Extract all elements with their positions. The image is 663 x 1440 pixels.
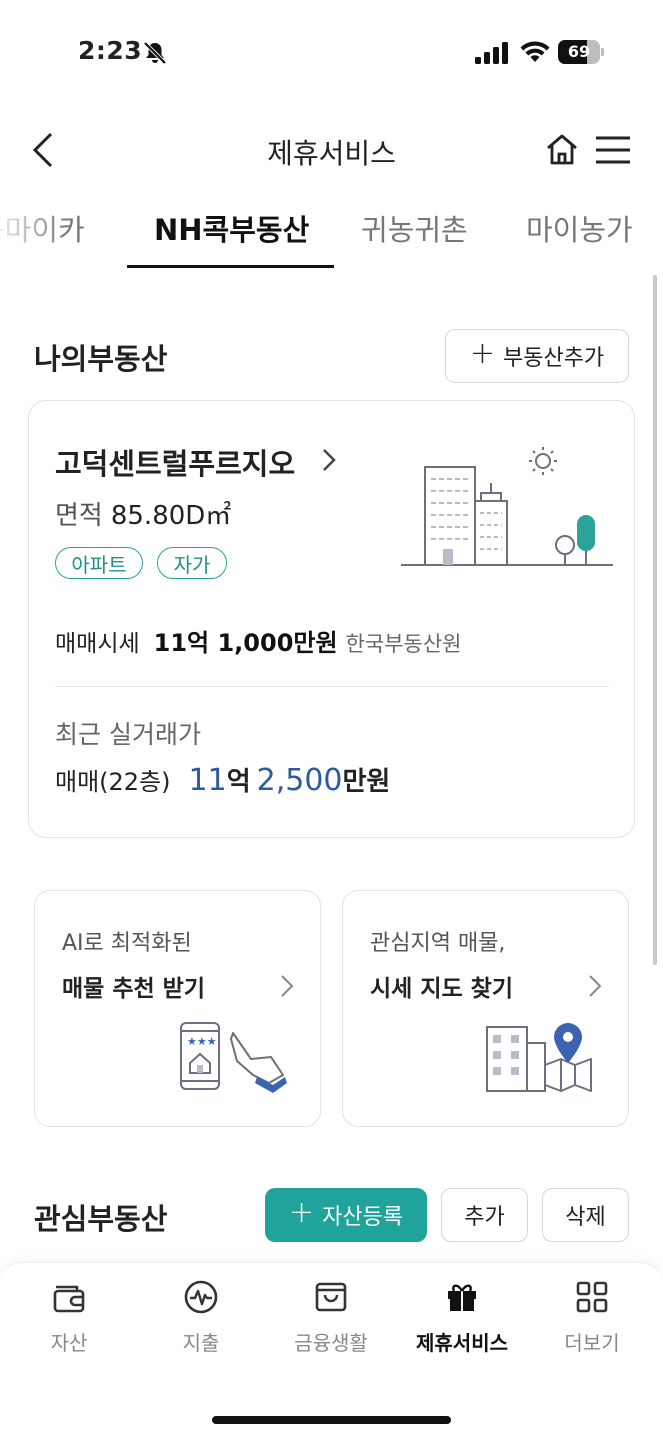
market-price-row: 매매시세 11억 1,000만원 한국부동산원 [55,623,461,658]
app-header: 제휴서비스 [0,110,663,190]
add-estate-button[interactable]: + 부동산추가 [445,329,629,383]
badge-owned: 자가 [157,547,227,579]
chevron-right-icon [281,975,294,997]
property-name[interactable]: 고덕센트럴푸르지오 [55,441,295,483]
divider [55,686,609,687]
add-estate-label: 부동산추가 [502,346,605,371]
add-favorite-button[interactable]: 추가 [441,1188,528,1242]
nav-asset-label: 자산 [50,1331,88,1355]
wifi-icon [520,41,550,62]
tab-nh-kok-realestate[interactable]: NH콕부동산 [154,207,309,249]
register-asset-label: 자산등록 [322,1205,404,1230]
favorites-title: 관심부동산 [34,1202,168,1236]
active-tab-indicator [127,265,334,268]
delete-favorite-button[interactable]: 삭제 [542,1188,629,1242]
chevron-right-icon[interactable] [319,445,339,475]
battery-level: 69 [567,42,591,61]
buildings-illustration [401,447,613,566]
property-area: 면적 85.80D㎡ [55,495,231,532]
nav-financial-life[interactable]: 금융생활 [266,1277,396,1356]
nav-more-label: 더보기 [564,1331,620,1355]
nav-partner-service[interactable]: 제휴서비스 [397,1277,527,1356]
property-card[interactable]: 고덕센트럴푸르지오 면적 85.80D㎡ 아파트 자가 매매시세 11억 1,0… [28,400,635,838]
plus-icon: + [469,336,495,371]
bottom-navigation: 자산 지출 금융생활 제휴서비스 더보기 [0,1262,663,1440]
building-map-pin-icon [486,1023,592,1092]
recent-trade-type: 매매(22층) [55,768,171,796]
map-search-card[interactable]: 관심지역 매물, 시세 지도 찾기 [342,890,629,1127]
nav-more[interactable]: 더보기 [527,1277,657,1356]
tab-return-farming[interactable]: 귀농귀촌 [361,207,468,249]
ai-recommend-card[interactable]: AI로 최적화된 매물 추천 받기 ★★★ [34,890,321,1127]
nav-financial-life-label: 금융생활 [294,1331,368,1355]
register-asset-button[interactable]: + 자산등록 [265,1188,427,1242]
recent-price-man: 2,500 [256,763,343,798]
area-label: 면적 [55,501,103,531]
nav-spending[interactable]: 지출 [136,1277,266,1356]
ai-recommend-line1: AI로 최적화된 [62,931,192,956]
map-search-line1: 관심지역 매물, [370,931,506,956]
phone-house-hand-icon: ★★★ [180,1022,287,1093]
map-search-line2: 시세 지도 찾기 [370,976,513,1002]
recent-trade-label: 최근 실거래가 [55,720,201,749]
bag-icon [315,1282,347,1312]
service-tabs: 콕마이카 NH콕부동산 귀농귀촌 마이농가 [0,195,663,270]
menu-icon[interactable] [592,130,632,170]
bell-off-icon [143,41,167,65]
scrollbar[interactable] [653,275,657,965]
nav-partner-service-label: 제휴서비스 [416,1331,508,1355]
status-bar: 2:23 69 [0,0,663,105]
chevron-right-icon [589,975,602,997]
market-price-label: 매매시세 [55,631,140,657]
area-value: 85.80D㎡ [110,501,232,531]
nav-spending-label: 지출 [182,1331,220,1355]
recent-price-eok: 11 [188,763,227,798]
home-icon[interactable] [542,130,582,170]
pulse-icon [184,1280,218,1314]
badge-apartment: 아파트 [55,547,143,579]
gift-icon [448,1284,476,1311]
recent-unit-eok: 억 [226,767,251,797]
recent-unit-man: 만원 [342,767,391,797]
cellular-signal-icon [475,42,508,64]
price-source: 한국부동산원 [345,632,462,656]
grid-icon [576,1281,608,1313]
status-time: 2:23 [78,36,143,65]
tab-my-farm[interactable]: 마이농가 [526,207,633,249]
my-estate-title: 나의부동산 [34,342,168,376]
home-indicator[interactable] [212,1416,451,1424]
wallet-icon [53,1285,85,1313]
nav-asset[interactable]: 자산 [4,1277,134,1356]
recent-trade-row: 매매(22층) 11억 2,500만원 [55,761,396,798]
battery-icon: 69 [558,40,604,64]
ai-recommend-line2: 매물 추천 받기 [62,976,205,1002]
svg-text:★★★: ★★★ [187,1035,217,1048]
plus-icon: + [288,1195,315,1230]
market-price-value: 11억 1,000만원 [153,629,338,657]
